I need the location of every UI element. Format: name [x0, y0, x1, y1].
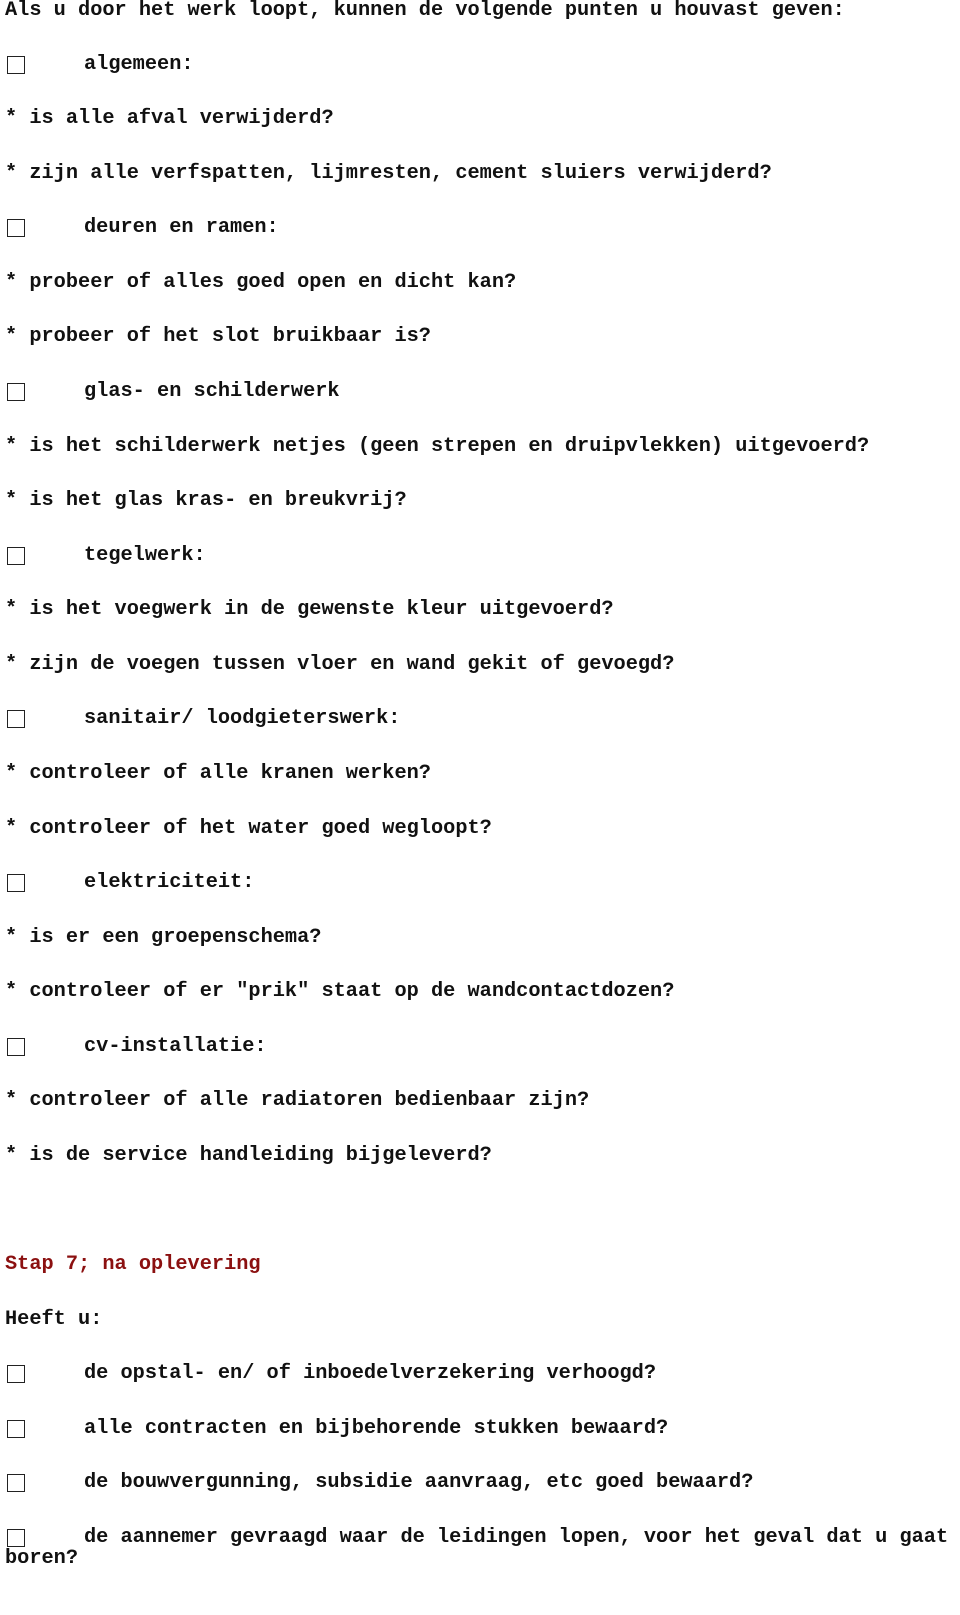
checkbox-label: cv-installatie: — [84, 1035, 267, 1058]
checkbox[interactable] — [7, 1365, 25, 1383]
checkbox-label: tegelwerk: — [84, 544, 206, 567]
step7-subheading: Heeft u: — [5, 1308, 103, 1331]
checkbox[interactable] — [7, 874, 25, 892]
checkbox[interactable] — [7, 710, 25, 728]
checkbox-label: sanitair/ loodgieterswerk: — [84, 707, 401, 730]
check-question: * zijn alle verfspatten, lijmresten, cem… — [5, 162, 772, 185]
check-question: * is er een groepenschema? — [5, 926, 322, 949]
check-question: * is het schilderwerk netjes (geen strep… — [5, 435, 870, 458]
checkbox-label: de aannemer gevraagd waar de leidingen l… — [84, 1526, 949, 1549]
check-question: * controleer of alle radiatoren bedienba… — [5, 1089, 590, 1112]
checkbox[interactable] — [7, 1474, 25, 1492]
wrapped-text: boren? — [5, 1547, 79, 1570]
check-question: * zijn de voegen tussen vloer en wand ge… — [5, 653, 675, 676]
check-question: * is alle afval verwijderd? — [5, 107, 334, 130]
checklist-item-leidingen[interactable]: de aannemer gevraagd waar de leidingen l… — [0, 1527, 948, 1615]
check-question: * probeer of het slot bruikbaar is? — [5, 325, 431, 348]
checkbox[interactable] — [7, 547, 25, 565]
check-question: * controleer of alle kranen werken? — [5, 762, 431, 785]
checkbox[interactable] — [7, 1038, 25, 1056]
checkbox-label: deuren en ramen: — [84, 216, 279, 239]
checkbox[interactable] — [7, 383, 25, 401]
check-question: * is het glas kras- en breukvrij? — [5, 489, 407, 512]
checkbox[interactable] — [7, 219, 25, 237]
checkbox[interactable] — [7, 1420, 25, 1438]
check-question: * probeer of alles goed open en dicht ka… — [5, 271, 517, 294]
checkbox-label: de bouwvergunning, subsidie aanvraag, et… — [84, 1471, 754, 1494]
checkbox-label: glas- en schilderwerk — [84, 380, 340, 403]
checkbox-label: elektriciteit: — [84, 871, 255, 894]
checkbox[interactable] — [7, 1529, 25, 1547]
check-question: * is het voegwerk in de gewenste kleur u… — [5, 598, 614, 621]
check-question: * controleer of het water goed wegloopt? — [5, 817, 492, 840]
check-question: * controleer of er "prik" staat op de wa… — [5, 980, 675, 1003]
step7-heading: Stap 7; na oplevering — [5, 1253, 261, 1276]
checkbox-label: alle contracten en bijbehorende stukken … — [84, 1417, 669, 1440]
intro-text: Als u door het werk loopt, kunnen de vol… — [5, 0, 845, 22]
checkbox-label: de opstal- en/ of inboedelverzekering ve… — [84, 1362, 657, 1385]
checkbox-label: algemeen: — [84, 53, 194, 76]
checkbox[interactable] — [7, 56, 25, 74]
check-question: * is de service handleiding bijgeleverd? — [5, 1144, 492, 1167]
